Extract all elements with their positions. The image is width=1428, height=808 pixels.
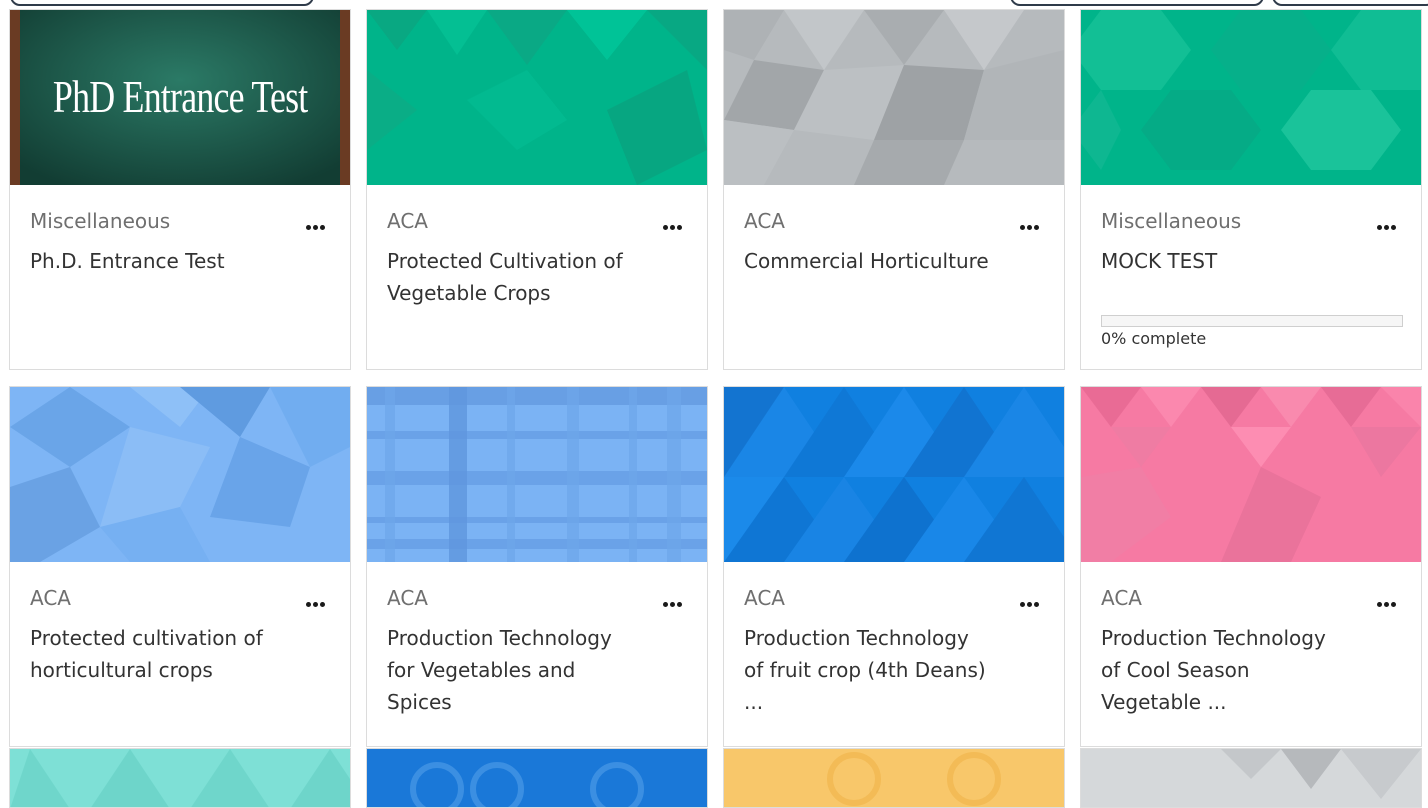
more-options-icon[interactable] [1375, 593, 1397, 615]
course-thumbnail[interactable]: PhD Entrance Test [10, 10, 350, 185]
top-search-pill[interactable] [10, 0, 314, 6]
progress-label: 0% complete [1101, 329, 1207, 348]
more-options-icon[interactable] [304, 216, 326, 238]
course-category: Miscellaneous [1101, 209, 1242, 233]
course-title[interactable]: MOCK TEST [1101, 245, 1351, 277]
more-options-icon[interactable] [1375, 216, 1397, 238]
course-thumbnail[interactable] [724, 10, 1064, 185]
course-card[interactable]: Miscellaneous MOCK TEST 0% complete [1080, 9, 1422, 370]
course-category: ACA [744, 209, 785, 233]
course-thumbnail[interactable] [367, 10, 707, 185]
course-title[interactable]: Protected cultivation of horticultural c… [30, 622, 280, 686]
more-options-icon[interactable] [1018, 216, 1040, 238]
more-options-icon[interactable] [661, 216, 683, 238]
course-thumbnail[interactable] [724, 387, 1064, 562]
course-category: ACA [1101, 586, 1142, 610]
course-card[interactable]: ACA Protected Cultivation of Vegetable C… [366, 9, 708, 370]
course-category: ACA [744, 586, 785, 610]
course-card[interactable]: ACA Production Technology for Vegetables… [366, 386, 708, 747]
course-card[interactable] [9, 748, 351, 808]
course-card[interactable]: ACA Commercial Horticulture [723, 9, 1065, 370]
course-card[interactable] [366, 748, 708, 808]
course-card[interactable]: PhD Entrance Test Miscellaneous Ph.D. En… [9, 9, 351, 370]
course-thumbnail[interactable] [367, 387, 707, 562]
course-title[interactable]: Production Technology of Cool Season Veg… [1101, 622, 1351, 718]
course-title[interactable]: Protected Cultivation of Vegetable Crops [387, 245, 637, 309]
chalkboard-text: PhD Entrance Test [52, 71, 308, 122]
course-category: ACA [30, 586, 71, 610]
course-thumbnail[interactable] [10, 387, 350, 562]
course-title[interactable]: Ph.D. Entrance Test [30, 245, 280, 277]
course-card[interactable]: ACA Production Technology of Cool Season… [1080, 386, 1422, 747]
progress-bar [1101, 315, 1403, 327]
course-category: Miscellaneous [30, 209, 171, 233]
top-filter-pill[interactable] [1010, 0, 1264, 6]
more-options-icon[interactable] [1018, 593, 1040, 615]
course-title[interactable]: Production Technology of fruit crop (4th… [744, 622, 994, 718]
course-title[interactable]: Production Technology for Vegetables and… [387, 622, 637, 718]
more-options-icon[interactable] [304, 593, 326, 615]
top-sort-pill[interactable] [1272, 0, 1428, 6]
course-card[interactable]: ACA Protected cultivation of horticultur… [9, 386, 351, 747]
course-thumbnail[interactable] [1081, 387, 1421, 562]
course-category: ACA [387, 586, 428, 610]
course-category: ACA [387, 209, 428, 233]
course-card[interactable] [723, 748, 1065, 808]
course-title[interactable]: Commercial Horticulture [744, 245, 994, 277]
course-card[interactable]: ACA Production Technology of fruit crop … [723, 386, 1065, 747]
course-thumbnail[interactable] [1081, 10, 1421, 185]
course-card[interactable] [1080, 748, 1422, 808]
more-options-icon[interactable] [661, 593, 683, 615]
